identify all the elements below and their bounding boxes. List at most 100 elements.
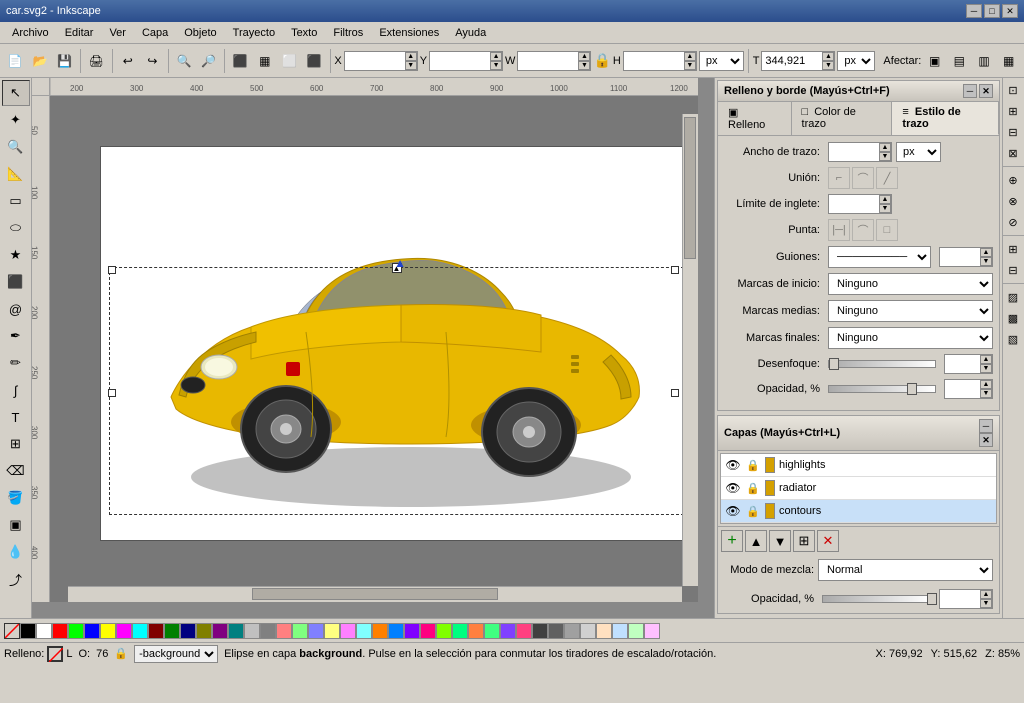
palette-swatch-008000[interactable] [164,623,180,639]
palette-swatch-ff8000[interactable] [372,623,388,639]
eraser-tool[interactable]: ⌫ [2,458,30,484]
union-round-btn[interactable]: ⌒ [852,167,874,189]
ellipse-tool[interactable]: ⬭ [2,215,30,241]
connector-tool[interactable]: ⤴ [2,566,30,592]
w-input[interactable]: 878,789 [518,52,578,70]
blur-slider[interactable] [828,360,936,368]
miter-input[interactable]: 4,00 [829,195,879,213]
view-guide-btn[interactable]: ⊟ [1003,260,1023,280]
pencil-tool[interactable]: ✏ [2,350,30,376]
drawing-area[interactable]: ▲ ▲ [50,96,698,602]
layers-opacity-down[interactable]: ▼ [980,599,992,608]
bucket-tool[interactable]: 🪣 [2,485,30,511]
palette-swatch-80ffff[interactable] [356,623,372,639]
dash-offset-container[interactable]: 0,00 ▲ ▼ [939,247,993,267]
menu-filtros[interactable]: Filtros [325,25,371,41]
layers-opacity-input[interactable]: 100,0 [940,590,980,608]
opacity-value-input[interactable]: 76,2 [945,380,980,398]
print-button[interactable]: 🖨 [85,48,108,74]
x-down[interactable]: ▼ [405,61,417,70]
measure-tool[interactable]: 📐 [2,161,30,187]
no-color-swatch[interactable] [4,623,20,639]
menu-ver[interactable]: Ver [101,25,134,41]
zoom-out-button[interactable]: 🔎 [197,48,220,74]
save-button[interactable]: 💾 [53,48,76,74]
undo-button[interactable]: ↩ [116,48,139,74]
blur-up[interactable]: ▲ [980,355,992,364]
layer-duplicate-btn[interactable]: ⊞ [793,530,815,552]
zoom-tool[interactable]: 🔍 [2,134,30,160]
dash-offset-up[interactable]: ▲ [980,248,992,257]
canvas-area[interactable]: 200 300 400 500 600 700 800 900 1000 110… [32,78,714,618]
palette-swatch-ffff80[interactable] [324,623,340,639]
view-grid-btn[interactable]: ⊞ [1003,239,1023,259]
align-top-button[interactable]: ⬛ [303,48,326,74]
opacity-slider[interactable] [828,385,936,393]
layers-minimize[interactable]: ─ [979,419,993,433]
vertical-scrollbar[interactable] [682,114,698,586]
lock-icon[interactable]: 🔒 [593,52,610,69]
menu-trayecto[interactable]: Trayecto [225,25,283,41]
y-up[interactable]: ▲ [490,52,502,61]
spray-tool[interactable]: ⊞ [2,431,30,457]
palette-swatch-40ff80[interactable] [484,623,500,639]
miter-input-container[interactable]: 4,00 ▲ ▼ [828,194,892,214]
fill-swatch[interactable] [47,646,63,662]
palette-swatch-8080ff[interactable] [308,623,324,639]
palette-swatch-c0e0ff[interactable] [612,623,628,639]
unit-select[interactable]: pxmmcm [699,51,744,71]
stroke-width-input-container[interactable]: 0,000 ▲ ▼ [828,142,892,162]
afectar-2[interactable]: ▤ [948,48,971,74]
w-up[interactable]: ▲ [578,52,590,61]
layer-up-btn[interactable]: ▲ [745,530,767,552]
h-down[interactable]: ▼ [684,61,696,70]
tab-estilo-trazo[interactable]: ≡ Estilo de trazo [892,102,999,135]
align-left-button[interactable]: ⬛ [229,48,252,74]
h-input[interactable]: 344,921 [624,52,684,70]
layer-eye-highlights[interactable]: 👁 [725,457,741,473]
opacity-thumb[interactable] [907,383,917,395]
palette-swatch-ff80ff[interactable] [340,623,356,639]
handle-br[interactable] [671,389,679,397]
tab-color-trazo[interactable]: □ Color de trazo [792,102,893,135]
t-input[interactable] [762,52,822,70]
union-bevel-btn[interactable]: ╱ [876,167,898,189]
dash-offset-down[interactable]: ▼ [980,257,992,266]
palette-swatch-ffff00[interactable] [100,623,116,639]
stroke-width-up[interactable]: ▲ [879,143,891,152]
fill-stroke-header[interactable]: Relleno y borde (Mayús+Ctrl+F) ─ ✕ [718,81,999,102]
opacity-up[interactable]: ▲ [980,380,992,389]
panel-close[interactable]: ✕ [979,84,993,98]
snap-guide-btn[interactable]: ⊘ [1003,212,1023,232]
layer-lock-highlights[interactable]: 🔒 [745,457,761,473]
union-miter-btn[interactable]: ⌐ [828,167,850,189]
palette-swatch-ff0080[interactable] [420,623,436,639]
x-input[interactable]: 13,021 [345,52,405,70]
layer-item-radiator[interactable]: 👁 🔒 radiator [721,477,996,500]
layer-eye-radiator[interactable]: 👁 [725,480,741,496]
stroke-unit-select[interactable]: pxmm [896,142,941,162]
t-up[interactable]: ▲ [822,52,834,61]
layers-opacity-container[interactable]: 100,0 ▲ ▼ [939,589,993,609]
layer-item-highlights[interactable]: 👁 🔒 highlights [721,454,996,477]
layer-lock-contours[interactable]: 🔒 [745,503,761,519]
zoom-in-button[interactable]: 🔍 [173,48,196,74]
layer-delete-btn[interactable]: ✕ [817,530,839,552]
handle-bl[interactable] [108,389,116,397]
h-up[interactable]: ▲ [684,52,696,61]
open-button[interactable]: 📂 [29,48,52,74]
palette-swatch-0000ff[interactable] [84,623,100,639]
afectar-1[interactable]: ▣ [923,48,946,74]
palette-swatch-808000[interactable] [196,623,212,639]
miter-up[interactable]: ▲ [879,195,891,204]
blur-thumb[interactable] [829,358,839,370]
rect-tool[interactable]: ▭ [2,188,30,214]
layers-opacity-thumb[interactable] [927,593,937,605]
w-down[interactable]: ▼ [578,61,590,70]
menu-editar[interactable]: Editar [57,25,102,41]
cap-square-btn[interactable]: □ [876,219,898,241]
layers-opacity-slider[interactable] [822,595,931,603]
handle-tr[interactable] [671,266,679,274]
layer-lock-radiator[interactable]: 🔒 [745,480,761,496]
align-right-button[interactable]: ⬜ [278,48,301,74]
